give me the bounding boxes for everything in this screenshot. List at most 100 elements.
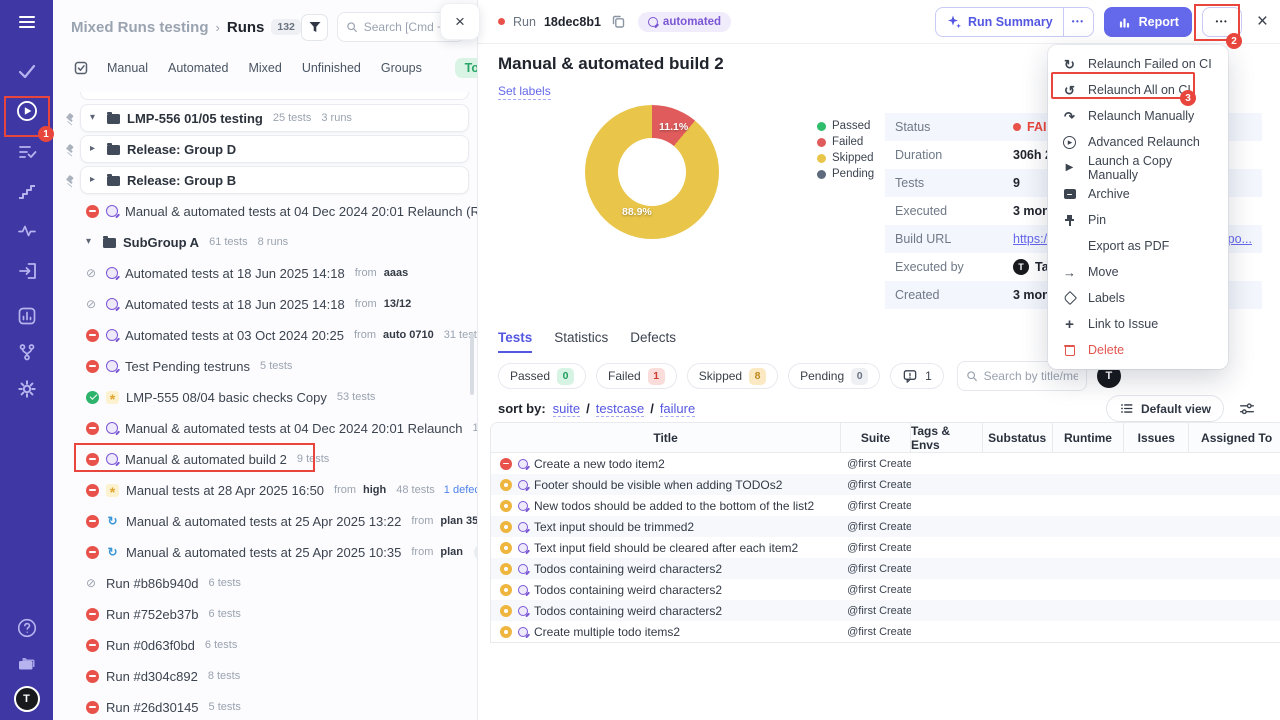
- report-button[interactable]: Report: [1103, 6, 1192, 37]
- sidebar-item-settings[interactable]: [9, 371, 45, 407]
- select-all-icon[interactable]: [73, 60, 89, 76]
- tree-row[interactable]: Run #26d30145 5 tests: [63, 693, 469, 720]
- table-column-header[interactable]: Assigned To: [1189, 423, 1280, 452]
- sidebar-item-environments[interactable]: [9, 334, 45, 370]
- detail-tab[interactable]: Statistics: [554, 330, 608, 353]
- status-filter-chip[interactable]: Pending 0: [788, 363, 881, 389]
- test-row[interactable]: Todos containing weird characters2 @firs…: [491, 579, 1280, 600]
- detail-tab[interactable]: Defects: [630, 330, 676, 353]
- filter-button[interactable]: [301, 13, 328, 41]
- sidebar-item-requirements[interactable]: [9, 253, 45, 289]
- sidebar-item-test-runs[interactable]: [9, 93, 45, 129]
- table-column-header[interactable]: Title: [491, 423, 842, 452]
- menu-item[interactable]: Delete: [1048, 337, 1228, 363]
- comments-filter-chip[interactable]: 1: [890, 363, 944, 389]
- table-column-header[interactable]: Tags & Envs: [911, 423, 983, 452]
- tree-row[interactable]: Automated tests at 18 Jun 2025 14:18 fro…: [63, 259, 469, 287]
- menu-item[interactable]: Link to Issue: [1048, 311, 1228, 337]
- detail-tab[interactable]: Tests: [498, 330, 533, 353]
- runs-filter-tab[interactable]: Manual: [107, 61, 148, 75]
- breadcrumb-project[interactable]: Mixed Runs testing: [71, 19, 209, 36]
- copy-run-id-button[interactable]: [611, 14, 626, 29]
- sidebar-menu-button[interactable]: [9, 4, 45, 40]
- tree-row[interactable]: Run #752eb37b 6 tests: [63, 600, 469, 628]
- table-column-header[interactable]: Suite: [841, 423, 911, 452]
- tree-row[interactable]: Automated tests at 18 Jun 2025 14:18 fro…: [63, 290, 469, 318]
- sidebar-item-activity[interactable]: [9, 213, 45, 249]
- test-row[interactable]: Text input should be trimmed2 @first Cre…: [491, 516, 1280, 537]
- sidebar-item-test-cases[interactable]: [9, 134, 45, 170]
- menu-item[interactable]: Relaunch All on CI: [1048, 77, 1228, 103]
- runs-filter-tab[interactable]: To: [454, 58, 477, 78]
- tree-row[interactable]: SubGroup A 61 tests 8 runs: [63, 228, 469, 256]
- chevron-icon[interactable]: [90, 144, 100, 154]
- tree-row[interactable]: Release: Group B: [80, 166, 469, 194]
- test-row[interactable]: Create a new todo item2 @first Create ..…: [491, 453, 1280, 474]
- menu-item[interactable]: Archive: [1048, 181, 1228, 207]
- runs-filter-tab[interactable]: Groups: [381, 61, 422, 75]
- sort-link[interactable]: failure: [659, 401, 696, 417]
- sidebar-item-projects[interactable]: [9, 646, 45, 682]
- test-row[interactable]: New todos should be added to the bottom …: [491, 495, 1280, 516]
- table-column-header[interactable]: Issues: [1124, 423, 1190, 452]
- menu-item[interactable]: Relaunch Manually: [1048, 103, 1228, 129]
- sort-link[interactable]: suite: [552, 401, 581, 417]
- tree-row[interactable]: Run #0d63f0bd 6 tests: [63, 631, 469, 659]
- tree-row[interactable]: Manual & automated build 2 9 tests: [63, 443, 469, 473]
- test-row[interactable]: Footer should be visible when adding TOD…: [491, 474, 1280, 495]
- sort-link[interactable]: testcase: [595, 401, 645, 417]
- menu-item[interactable]: Move: [1048, 259, 1228, 285]
- more-actions-button[interactable]: •••: [1201, 6, 1242, 37]
- status-filter-chip[interactable]: Failed 1: [596, 363, 677, 389]
- scrollbar-thumb[interactable]: [470, 333, 474, 395]
- sidebar-item-reports[interactable]: [9, 298, 45, 334]
- menu-item[interactable]: Relaunch Failed on CI: [1048, 51, 1228, 77]
- test-row[interactable]: Text input field should be cleared after…: [491, 537, 1280, 558]
- tree-row[interactable]: Manual & automated tests at 25 Apr 2025 …: [63, 507, 477, 535]
- panel-close-button[interactable]: ×: [440, 3, 480, 40]
- column-settings-icon[interactable]: [1238, 400, 1256, 418]
- menu-item[interactable]: Export as PDF: [1048, 233, 1228, 259]
- menu-item[interactable]: Labels: [1048, 285, 1228, 311]
- test-row[interactable]: Todos containing weird characters2 @firs…: [491, 600, 1280, 621]
- chevron-icon[interactable]: [90, 175, 100, 185]
- status-filter-chip[interactable]: Skipped 8: [686, 363, 779, 389]
- run-summary-more[interactable]: •••: [1062, 7, 1093, 36]
- menu-item[interactable]: Advanced Relaunch: [1048, 129, 1228, 155]
- test-row[interactable]: Todos containing weird characters2 @firs…: [491, 558, 1280, 579]
- tree-row[interactable]: Manual & automated tests at 04 Dec 2024 …: [63, 414, 477, 442]
- table-column-header[interactable]: Runtime: [1053, 423, 1125, 452]
- close-run-button[interactable]: ×: [1257, 12, 1268, 31]
- table-column-header[interactable]: Substatus: [983, 423, 1053, 452]
- summary-value-link-end[interactable]: po...: [1228, 232, 1252, 246]
- tree-row[interactable]: LMP-555 08/04 basic checks Copy 53 tests: [63, 383, 469, 411]
- tree-row[interactable]: Run #b86b940d 6 tests: [63, 569, 469, 597]
- defects-link[interactable]: 1 defects: [444, 484, 477, 496]
- tree-row[interactable]: LMP-556 01/05 testing 25 tests 3 runs: [80, 104, 469, 132]
- test-row[interactable]: Create multiple todo items2 @first Creat…: [491, 621, 1280, 642]
- tree-row[interactable]: Manual tests at 28 Apr 2025 16:50 from h…: [63, 476, 477, 504]
- set-labels-link[interactable]: Set labels: [498, 84, 551, 100]
- runs-filter-tab[interactable]: Unfinished: [302, 61, 361, 75]
- menu-item[interactable]: Pin: [1048, 207, 1228, 233]
- run-title: Test Pending testruns: [125, 358, 251, 374]
- sidebar-user-avatar[interactable]: T: [13, 686, 40, 712]
- status-filter-chip[interactable]: Passed 0: [498, 363, 587, 389]
- tree-row[interactable]: Manual & automated tests at 04 Dec 2024 …: [63, 197, 477, 225]
- chevron-icon[interactable]: [86, 237, 96, 247]
- tests-search-input[interactable]: [983, 369, 1078, 383]
- sidebar-item-checks[interactable]: [9, 53, 45, 89]
- tree-row[interactable]: Automated tests at 03 Oct 2024 20:25 fro…: [63, 321, 477, 349]
- sidebar-item-milestones[interactable]: [9, 174, 45, 210]
- chevron-icon[interactable]: [90, 113, 100, 123]
- runs-filter-tab[interactable]: Mixed: [248, 61, 281, 75]
- tree-row[interactable]: Run #d304c892 8 tests: [63, 662, 469, 690]
- runs-filter-tab[interactable]: Automated: [168, 61, 228, 75]
- tree-row[interactable]: Test Pending testruns 5 tests: [63, 352, 469, 380]
- default-view-button[interactable]: Default view: [1105, 395, 1224, 422]
- tree-row[interactable]: Manual & automated tests at 25 Apr 2025 …: [63, 538, 477, 566]
- run-summary-button[interactable]: Run Summary •••: [934, 6, 1094, 37]
- menu-item[interactable]: Launch a Copy Manually: [1048, 154, 1228, 182]
- sidebar-item-help[interactable]: [9, 610, 45, 646]
- tree-row[interactable]: Release: Group D: [80, 135, 469, 163]
